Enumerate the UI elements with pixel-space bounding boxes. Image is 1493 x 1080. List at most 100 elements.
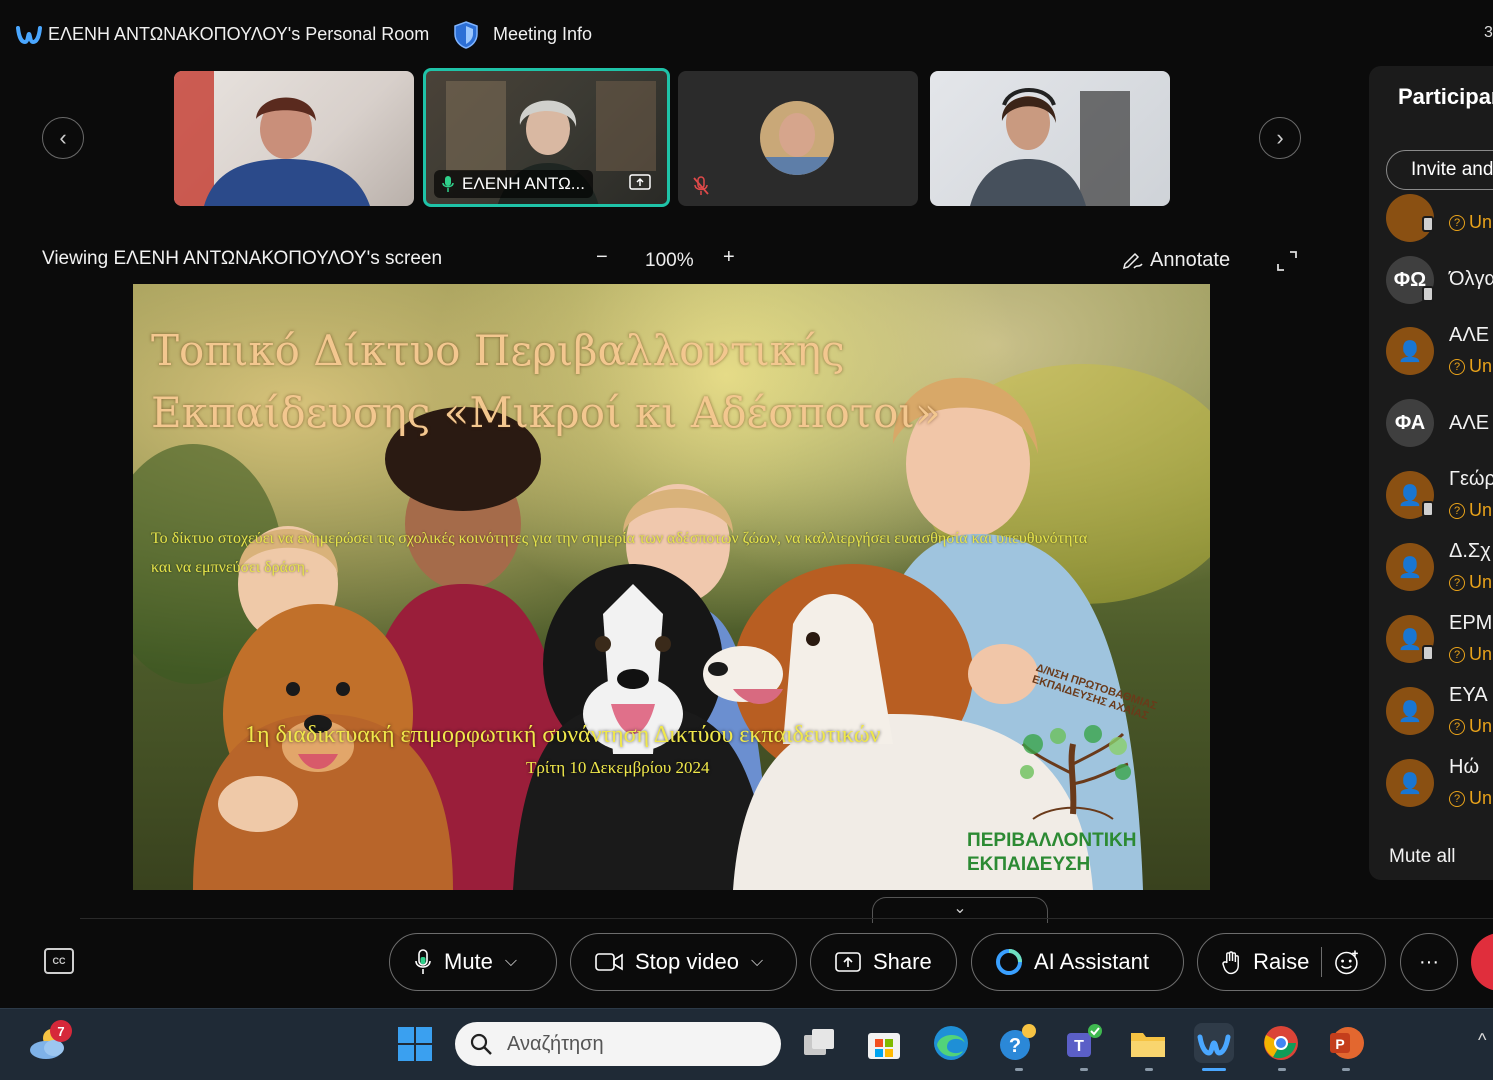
- microphone-muted-icon: [693, 176, 709, 195]
- participant-row[interactable]: ΦΩ Όλγα: [1369, 246, 1493, 316]
- microphone-icon: [442, 176, 454, 192]
- zoom-level: 100%: [645, 250, 694, 271]
- person-unknown-icon: 👤: [1397, 628, 1423, 651]
- taskbar-search[interactable]: Αναζήτηση: [455, 1022, 781, 1066]
- edge-browser-icon[interactable]: [931, 1023, 971, 1063]
- participant-name: Δ.Σχ: [1449, 540, 1491, 562]
- chevron-left-icon: ‹: [59, 125, 67, 150]
- participant-name: ΕΡΜ: [1449, 612, 1493, 634]
- slide-title: Τοπικό Δίκτυο Περιβαλλοντικής Εκπαίδευση…: [151, 320, 941, 444]
- mute-all-button[interactable]: Mute all: [1389, 846, 1456, 868]
- video-tile-3[interactable]: [678, 71, 918, 206]
- participant-status: ?Unmuted: [1449, 788, 1493, 809]
- chrome-browser-icon[interactable]: [1261, 1023, 1301, 1063]
- running-indicator: [1145, 1068, 1153, 1071]
- invite-label: Invite and remind: [1411, 159, 1493, 180]
- meeting-info-link[interactable]: Meeting Info: [493, 24, 592, 45]
- device-icon: [1422, 501, 1434, 517]
- windows-start-icon[interactable]: [397, 1026, 433, 1062]
- question-icon: ?: [1449, 790, 1465, 807]
- participant-avatar: 👤: [1386, 687, 1434, 735]
- get-help-icon[interactable]: ?: [997, 1023, 1037, 1063]
- zoom-out-button[interactable]: −: [596, 246, 608, 269]
- room-title: ΕΛΕΝΗ ΑΝΤΩΝΑΚΟΠΟΥΛΟΥ's Personal Room: [48, 24, 430, 44]
- participant-status: ?Unmuted: [1449, 500, 1493, 521]
- participant-name: Γεώρ: [1449, 468, 1493, 490]
- fullscreen-expand-icon[interactable]: [1276, 250, 1298, 272]
- webex-logo-icon: [16, 26, 42, 45]
- participant-status: ?Unmuted: [1449, 212, 1493, 233]
- slide-meeting-title: 1η διαδικτυακή επιμορφωτική συνάντηση Δι…: [245, 722, 881, 748]
- participant-avatar: ΦΑ: [1386, 399, 1434, 447]
- running-indicator: [1342, 1068, 1350, 1071]
- chevron-down-icon[interactable]: ⌵: [751, 953, 763, 971]
- participant-row[interactable]: 👤 Δ.Σχ ?Unmuted: [1369, 534, 1493, 604]
- video-tile-active-speaker[interactable]: ΕΛΕΝΗ ΑΝΤΩ...: [423, 68, 670, 207]
- chevron-up-icon[interactable]: ^: [1478, 1030, 1486, 1051]
- person-unknown-icon: 👤: [1397, 484, 1423, 507]
- share-button[interactable]: Share: [810, 933, 957, 991]
- more-options-button[interactable]: ···: [1400, 933, 1458, 991]
- video-tile-4[interactable]: [930, 71, 1170, 206]
- participant-name: ΕΥΑ: [1449, 684, 1488, 706]
- participant-row[interactable]: 👤 ΕΥΑ ?Unmuted: [1369, 678, 1493, 748]
- window-menu-glyph[interactable]: 3: [1484, 24, 1493, 42]
- org-logo-line-1: ΠΕΡΙΒΑΛΛΟΝΤΙΚΗ: [967, 830, 1137, 851]
- annotate-button[interactable]: Annotate: [1122, 249, 1230, 272]
- participants-title: Participants: [1398, 84, 1493, 109]
- task-view-icon[interactable]: [800, 1023, 840, 1063]
- microsoft-store-icon[interactable]: [864, 1023, 904, 1063]
- participant-status: ?Unmuted: [1449, 716, 1493, 737]
- video-tile-1[interactable]: [174, 71, 414, 206]
- zoom-in-button[interactable]: +: [723, 246, 735, 269]
- next-videos-button[interactable]: ›: [1259, 117, 1301, 159]
- stop-video-label: Stop video: [635, 949, 739, 974]
- invite-button[interactable]: Invite and remind: [1386, 150, 1493, 190]
- person-unknown-icon: 👤: [1397, 772, 1423, 795]
- closed-captions-icon[interactable]: CC: [44, 948, 74, 974]
- leave-meeting-button[interactable]: [1471, 933, 1493, 991]
- device-icon: [1422, 216, 1434, 232]
- ai-assistant-button[interactable]: AI Assistant: [971, 933, 1184, 991]
- question-icon: ?: [1449, 646, 1465, 663]
- reactions-icon[interactable]: [1334, 948, 1361, 976]
- webex-app-icon[interactable]: [1194, 1023, 1234, 1063]
- shield-icon[interactable]: [452, 20, 480, 50]
- running-indicator: [1080, 1068, 1088, 1071]
- person-unknown-icon: 👤: [1397, 700, 1423, 723]
- participant-name: ΑΛΕ: [1449, 324, 1490, 346]
- org-logo-text: ΠΕΡΙΒΑΛΛΟΝΤΙΚΗ ΕΚΠΑΙΔΕΥΣΗ: [967, 829, 1136, 877]
- mute-button[interactable]: Mute ⌵: [389, 933, 557, 991]
- shared-screen-slide: Τοπικό Δίκτυο Περιβαλλοντικής Εκπαίδευση…: [133, 284, 1210, 890]
- chevron-down-icon[interactable]: ⌵: [505, 953, 517, 971]
- file-explorer-icon[interactable]: [1128, 1023, 1168, 1063]
- separator: [80, 918, 1493, 919]
- previous-videos-button[interactable]: ‹: [42, 117, 84, 159]
- viewing-screen-label: Viewing ΕΛΕΝΗ ΑΝΤΩΝΑΚΟΠΟΥΛΟΥ's screen: [42, 248, 443, 269]
- person-unknown-icon: 👤: [1397, 556, 1423, 579]
- participant-row[interactable]: 👤 ΕΡΜ ?Unmuted: [1369, 606, 1493, 676]
- participant-video-1: [174, 71, 370, 206]
- org-logo-line-2: ΕΚΠΑΙΔΕΥΣΗ: [967, 854, 1091, 875]
- title-bar: ΕΛΕΝΗ ΑΝΤΩΝΑΚΟΠΟΥΛΟΥ's Personal Room Mee…: [0, 0, 1493, 70]
- weather-badge: 7: [50, 1020, 72, 1042]
- active-speaker-badge: ΕΛΕΝΗ ΑΝΤΩ...: [434, 170, 593, 198]
- annotate-pen-icon: [1122, 252, 1143, 269]
- question-icon: ?: [1449, 358, 1465, 375]
- powerpoint-icon[interactable]: P: [1326, 1023, 1366, 1063]
- stop-video-button[interactable]: Stop video ⌵: [570, 933, 797, 991]
- question-icon: ?: [1449, 718, 1465, 735]
- running-indicator: [1278, 1068, 1286, 1071]
- slide-description: Το δίκτυο στοχεύει να ενημερώσει τις σχο…: [151, 530, 1088, 576]
- microsoft-teams-icon[interactable]: T: [1063, 1023, 1103, 1063]
- participant-avatar-photo: [760, 101, 834, 175]
- participant-row[interactable]: ΦΑ ΑΛΕ: [1369, 390, 1493, 460]
- raise-hand-button[interactable]: Raise: [1197, 933, 1386, 991]
- participant-row[interactable]: 👤 Ηώ ?Unmuted: [1369, 750, 1493, 820]
- participant-row[interactable]: 👤 ΑΛΕ ?Unmuted: [1369, 318, 1493, 388]
- participant-name: Όλγα: [1449, 268, 1493, 290]
- svg-text:?: ?: [1009, 1035, 1021, 1057]
- mute-label: Mute: [444, 949, 493, 974]
- collapse-toolbar-tab[interactable]: ⌄: [872, 897, 1048, 923]
- participant-row[interactable]: 👤 Γεώρ ?Unmuted: [1369, 462, 1493, 532]
